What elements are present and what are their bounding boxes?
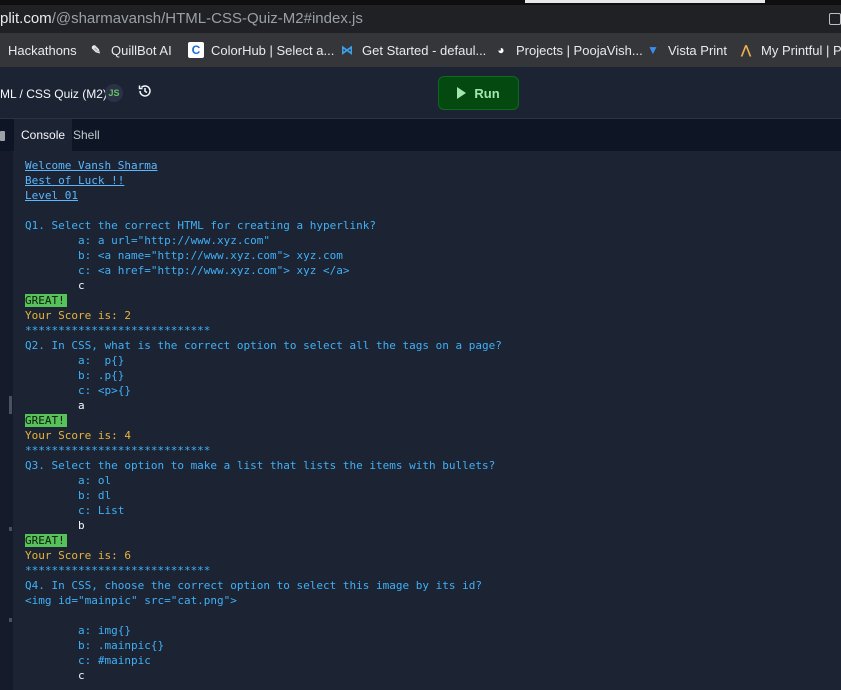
user-answer: a [25, 399, 85, 412]
great-badge-line: GREAT! [25, 533, 502, 548]
bookmark-label: ColorHub | Select a... [211, 42, 335, 58]
great-badge: GREAT! [25, 534, 67, 547]
console-lines: Welcome Vansh Sharma Best of Luck !! Level… [25, 158, 502, 683]
bookmark-hackathons[interactable]: Hackathons [8, 33, 77, 67]
vistaprint-icon: ▼ [647, 43, 659, 57]
vscode-icon: ⋈ [341, 43, 353, 57]
run-label: Run [474, 85, 500, 101]
question-line: Q4. In CSS, choose the correct option to… [25, 579, 482, 592]
url-path: /@sharmavansh/HTML-CSS-Quiz-M2#index.js [51, 10, 363, 27]
question-line: **************************** [25, 324, 211, 337]
nodejs-icon[interactable]: JS [105, 84, 123, 102]
bookmark-label: Projects | PoojaVish... [516, 42, 643, 58]
score-line: Your Score is: 4 [25, 429, 131, 442]
question-line: Q3. Select the option to make a list tha… [25, 459, 496, 472]
great-badge-line: GREAT! [25, 293, 502, 308]
user-answer: b [25, 519, 85, 532]
bookmark-printful[interactable]: ⋀ My Printful | Pr [738, 33, 841, 67]
console-output[interactable]: Welcome Vansh Sharma Best of Luck !! Level… [13, 151, 841, 690]
active-tab-indicator [525, 0, 765, 3]
header-line: Level 01 [25, 189, 78, 202]
bookmarks-bar: Hackathons ✎ QuillBot AI C ColorHub | Se… [0, 33, 841, 67]
address-bar[interactable]: plit.com/@sharmavansh/HTML-CSS-Quiz-M2#i… [0, 5, 841, 33]
question-line: c: List [25, 504, 125, 517]
projects-icon: ◕ [497, 43, 505, 57]
question-line: a: ol [25, 474, 112, 487]
question-line: Q1. Select the correct HTML for creating… [25, 219, 376, 232]
resize-handle[interactable] [9, 396, 12, 414]
question-line: c: <p>{} [25, 384, 131, 397]
history-icon[interactable] [137, 83, 153, 99]
url-host: plit.com [0, 10, 52, 27]
bookmark-colorhub[interactable]: C ColorHub | Select a... [188, 33, 334, 67]
repl-title[interactable]: ML / CSS Quiz (M2) [0, 87, 107, 101]
bookmark-label: Vista Print [668, 42, 728, 58]
score-line: Your Score is: 2 [25, 309, 131, 322]
header-line: Best of Luck !! [25, 174, 125, 187]
question-line: <img id="mainpic" src="cat.png"> [25, 594, 237, 607]
question-line: a: p{} [25, 354, 125, 367]
question-line: **************************** [25, 444, 211, 457]
question-line: b: .mainpic{} [25, 639, 165, 652]
pane-tabbar: Console Shell [0, 119, 841, 151]
bookmark-label: Hackathons [8, 42, 77, 58]
bookmark-vista-print[interactable]: ▼ Vista Print [645, 33, 727, 67]
run-button[interactable]: Run [438, 76, 519, 110]
question-line: c: <a href="http://www.xyz.com"> xyz </a… [25, 264, 350, 277]
user-answer: c [25, 669, 85, 682]
repl-header: ML / CSS Quiz (M2) JS Run [0, 67, 841, 119]
question-line: b: dl [25, 489, 112, 502]
question-line: **************************** [25, 564, 211, 577]
tab-shell[interactable]: Shell [66, 119, 107, 151]
tab-console[interactable]: Console [14, 119, 73, 151]
url-text[interactable]: plit.com/@sharmavansh/HTML-CSS-Quiz-M2#i… [0, 10, 363, 27]
header-line: Welcome Vansh Sharma [25, 159, 158, 172]
great-badge: GREAT! [25, 414, 67, 427]
quillbot-icon: ✎ [90, 43, 102, 57]
panel-toggle-icon[interactable] [0, 131, 5, 141]
bookmark-label: My Printful | Pr [761, 42, 841, 58]
question-line: b: <a name="http://www.xyz.com"> xyz.com [25, 249, 343, 262]
rail-marker [9, 618, 12, 622]
bookmark-get-started[interactable]: ⋈ Get Started - defaul... [339, 33, 486, 67]
extension-icon[interactable] [829, 13, 841, 25]
bookmark-quillbot[interactable]: ✎ QuillBot AI [88, 33, 172, 67]
score-line: Your Score is: 6 [25, 549, 131, 562]
question-line: c: #mainpic [25, 654, 151, 667]
printful-icon: ⋀ [741, 43, 751, 57]
question-line: Q2. In CSS, what is the correct option t… [25, 339, 502, 352]
bookmark-label: Get Started - defaul... [362, 42, 487, 58]
bookmark-projects[interactable]: ◕ Projects | PoojaVish... [493, 33, 643, 67]
play-icon [457, 87, 467, 99]
question-line: a: a url="http://www.xyz.com" [25, 234, 271, 247]
great-badge: GREAT! [25, 294, 67, 307]
user-answer: c [25, 279, 85, 292]
question-line: b: .p{} [25, 369, 125, 382]
rail-marker [9, 527, 12, 531]
bookmark-label: QuillBot AI [111, 42, 172, 58]
side-rail [0, 151, 13, 690]
question-line: a: img{} [25, 624, 131, 637]
colorhub-icon: C [188, 42, 204, 58]
great-badge-line: GREAT! [25, 413, 502, 428]
